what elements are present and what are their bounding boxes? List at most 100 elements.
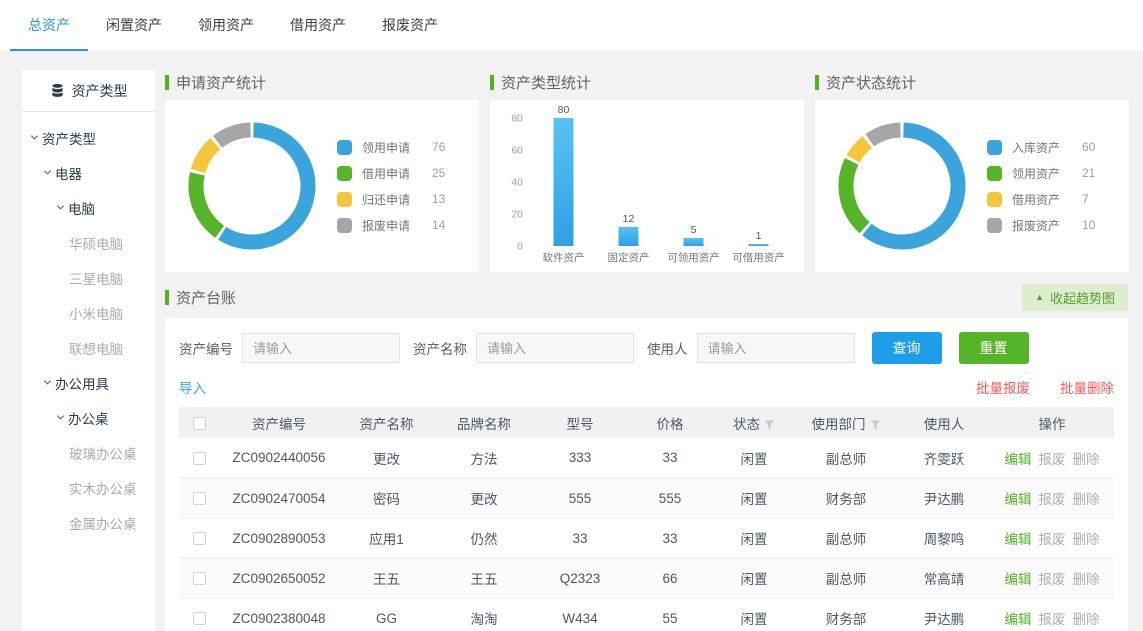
column-header-label: 资产编号: [252, 417, 306, 432]
edit-action-link[interactable]: 编辑: [1005, 492, 1032, 507]
edit-action-link[interactable]: 编辑: [1005, 452, 1032, 467]
donut-chart: [181, 115, 323, 257]
legend-value: 21: [1082, 166, 1095, 180]
tree-item[interactable]: 办公桌: [22, 400, 155, 435]
scrap-action-link[interactable]: 报废: [1039, 492, 1066, 507]
row-checkbox[interactable]: [193, 492, 206, 505]
legend-color-chip: [987, 192, 1002, 207]
donut-chart: [831, 115, 973, 257]
actions-cell: 编辑报废删除: [990, 478, 1114, 518]
asset-code-cell: ZC0902650052: [219, 558, 339, 598]
tab-0[interactable]: 总资产: [10, 0, 88, 51]
tree-item[interactable]: 电器: [22, 155, 155, 190]
svg-text:1: 1: [756, 230, 762, 242]
delete-action-link[interactable]: 删除: [1073, 452, 1100, 467]
brand-cell: 更改: [434, 478, 534, 518]
filter-funnel-icon[interactable]: [870, 419, 881, 430]
tree-item-label: 电器: [55, 163, 82, 183]
chart-title-text: 申请资产统计: [176, 72, 266, 93]
tree-item[interactable]: 联想电脑: [22, 330, 155, 365]
legend-item[interactable]: 借用资产7: [987, 186, 1095, 212]
query-button[interactable]: 查询: [872, 332, 942, 364]
row-checkbox[interactable]: [193, 532, 206, 545]
tab-3[interactable]: 借用资产: [272, 0, 364, 51]
price-cell: 33: [626, 518, 714, 558]
legend-item[interactable]: 报废申请14: [337, 212, 445, 238]
column-header-label: 操作: [1039, 417, 1066, 432]
collapse-trend-label: 收起趋势图: [1050, 288, 1115, 307]
tree-item[interactable]: 小米电脑: [22, 295, 155, 330]
status-cell: 闲置: [714, 438, 794, 478]
import-link[interactable]: 导入: [179, 377, 206, 397]
edit-action-link[interactable]: 编辑: [1005, 532, 1032, 547]
batch-scrap-link[interactable]: 批量报废: [976, 377, 1030, 397]
legend-item[interactable]: 领用资产21: [987, 160, 1095, 186]
tree-item[interactable]: 实木办公桌: [22, 470, 155, 505]
row-checkbox[interactable]: [193, 572, 206, 585]
scrap-action-link[interactable]: 报废: [1039, 532, 1066, 547]
row-checkbox[interactable]: [193, 452, 206, 465]
model-cell: Q2323: [534, 558, 626, 598]
chevron-down-icon: [56, 203, 65, 212]
filter-funnel-icon[interactable]: [764, 419, 775, 430]
legend-value: 25: [432, 166, 445, 180]
tab-4[interactable]: 报废资产: [364, 0, 456, 51]
asset-name-input[interactable]: [476, 333, 634, 363]
price-cell: 66: [626, 558, 714, 598]
tab-bar: 总资产闲置资产领用资产借用资产报废资产: [0, 0, 1143, 52]
select-all-checkbox[interactable]: [193, 417, 206, 430]
svg-text:0: 0: [517, 241, 523, 253]
svg-text:固定资产: 固定资产: [608, 251, 650, 264]
legend-item[interactable]: 归还申请13: [337, 186, 445, 212]
edit-action-link[interactable]: 编辑: [1005, 612, 1032, 627]
brand-cell: 方法: [434, 438, 534, 478]
scrap-action-link[interactable]: 报废: [1039, 452, 1066, 467]
chart-title-text: 资产类型统计: [501, 72, 591, 93]
svg-text:80: 80: [511, 113, 523, 125]
edit-action-link[interactable]: 编辑: [1005, 572, 1032, 587]
column-header: 价格: [626, 407, 714, 438]
tree-item[interactable]: 电脑: [22, 190, 155, 225]
sidebar: 资产类型 资产类型电器电脑华硕电脑三星电脑小米电脑联想电脑办公用具办公桌玻璃办公…: [22, 70, 155, 631]
scrap-action-link[interactable]: 报废: [1039, 572, 1066, 587]
delete-action-link[interactable]: 删除: [1073, 572, 1100, 587]
delete-action-link[interactable]: 删除: [1073, 532, 1100, 547]
tree-item[interactable]: 资产类型: [22, 120, 155, 155]
legend-color-chip: [987, 166, 1002, 181]
collapse-trend-button[interactable]: ▲ 收起趋势图: [1022, 284, 1128, 311]
user-cell: 周黎鸣: [898, 518, 990, 558]
tree-item-label: 联想电脑: [69, 338, 123, 358]
actions-cell: 编辑报废删除: [990, 558, 1114, 598]
legend-item[interactable]: 报废资产10: [987, 212, 1095, 238]
user-cell: 尹达鹏: [898, 598, 990, 631]
asset-code-input[interactable]: [242, 333, 400, 363]
tab-1[interactable]: 闲置资产: [88, 0, 180, 51]
column-header: 操作: [990, 407, 1114, 438]
tree-item[interactable]: 玻璃办公桌: [22, 435, 155, 470]
reset-button[interactable]: 重置: [959, 332, 1029, 364]
column-header: 品牌名称: [434, 407, 534, 438]
tree-item[interactable]: 办公用具: [22, 365, 155, 400]
scrap-action-link[interactable]: 报废: [1039, 612, 1066, 627]
legend-item[interactable]: 入库资产60: [987, 134, 1095, 160]
asset-name-cell: GG: [339, 598, 434, 631]
tree-item[interactable]: 金属办公桌: [22, 505, 155, 540]
row-checkbox[interactable]: [193, 612, 206, 625]
legend-item[interactable]: 领用申请76: [337, 134, 445, 160]
column-header-label: 价格: [657, 417, 684, 432]
delete-action-link[interactable]: 删除: [1073, 492, 1100, 507]
legend-item[interactable]: 借用申请25: [337, 160, 445, 186]
svg-text:12: 12: [623, 213, 635, 225]
tab-2[interactable]: 领用资产: [180, 0, 272, 51]
user-input[interactable]: [697, 333, 855, 363]
application-stats-chart: 领用申请76借用申请25归还申请13报废申请14: [165, 100, 479, 272]
tree-item[interactable]: 三星电脑: [22, 260, 155, 295]
batch-delete-link[interactable]: 批量删除: [1060, 377, 1114, 397]
delete-action-link[interactable]: 删除: [1073, 612, 1100, 627]
model-cell: 555: [534, 478, 626, 518]
brand-cell: 淘淘: [434, 598, 534, 631]
legend-value: 60: [1082, 140, 1095, 154]
tree-item[interactable]: 华硕电脑: [22, 225, 155, 260]
column-header-label: 型号: [567, 417, 594, 432]
title-accent-bar: [165, 75, 169, 90]
